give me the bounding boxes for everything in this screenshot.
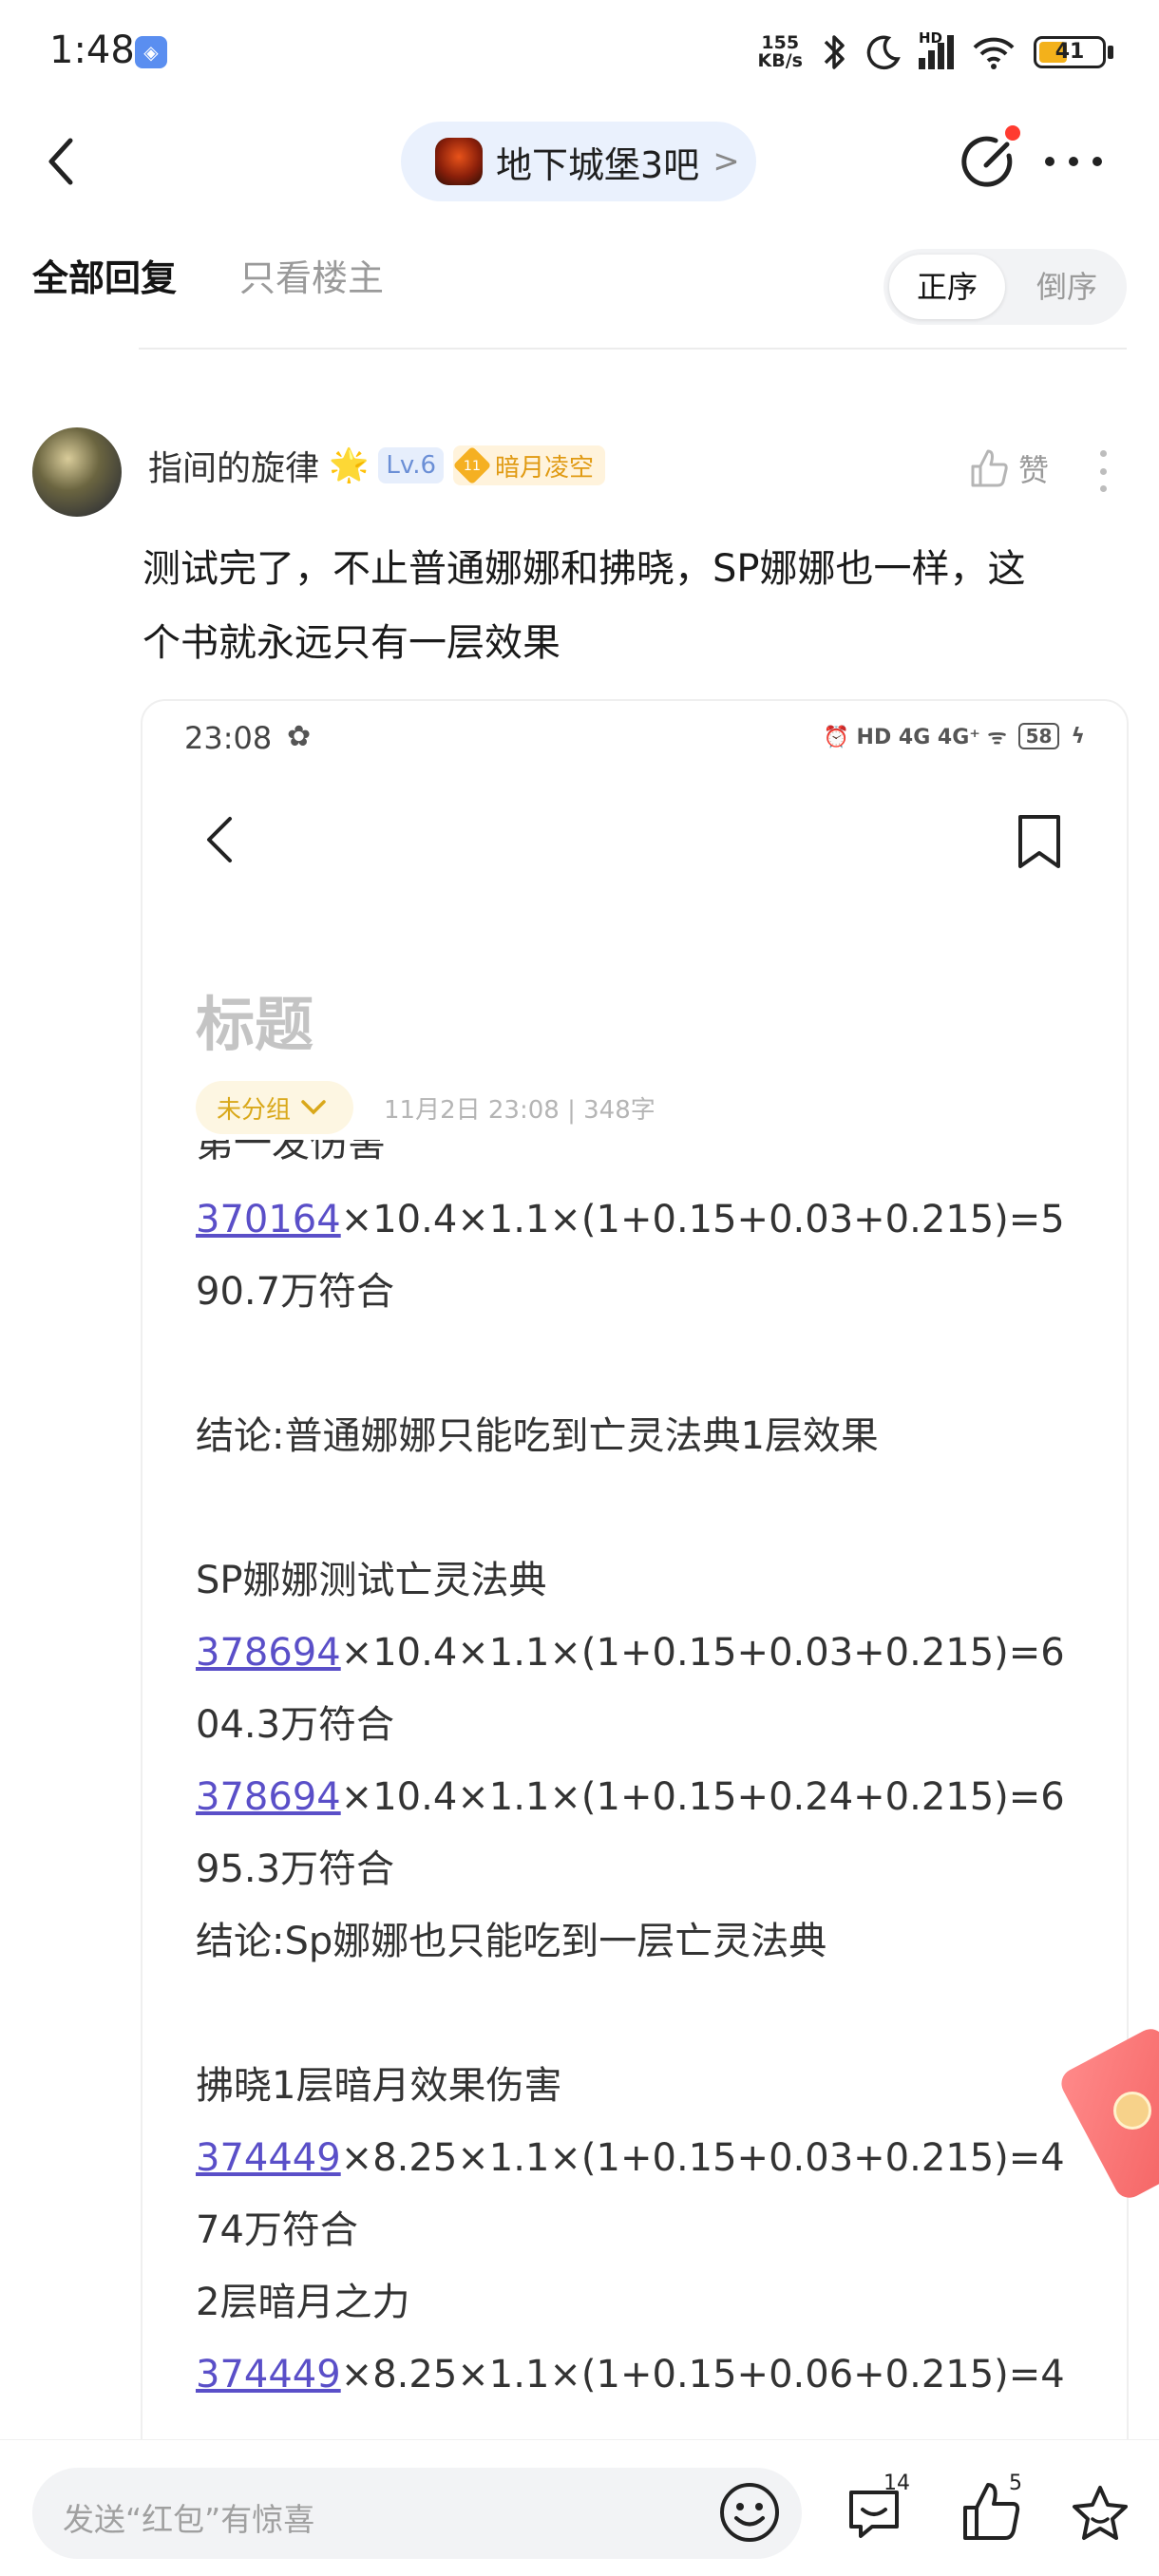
tab-all-replies[interactable]: 全部回复 [32,249,177,301]
battery-level: 41 [1054,40,1085,64]
image-group-label: 未分组 [217,1095,292,1125]
note-text: 95.3万符合 [196,1847,395,1891]
note-text: ×8.25×1.1×(1+0.15+0.06+0.215)=4 [340,2353,1065,2396]
status-time: 1:48 [49,28,135,72]
cell-signal-icon: HD [919,29,954,69]
note-line: SP娜娜测试亡灵法典 [196,1544,1108,1617]
note-line: 370164×10.4×1.1×(1+0.15+0.03+0.215)=5 [196,1184,1108,1256]
divider [139,348,1127,350]
note-line: 374449×8.25×1.1×(1+0.15+0.03+0.215)=4 [196,2122,1108,2194]
image-note-body: 第一发伤害 370164×10.4×1.1×(1+0.15+0.03+0.215… [196,1140,1108,2411]
charging-icon: ϟ [1071,724,1085,748]
note-text: 90.7万符合 [196,1270,395,1314]
comment-count: 14 [884,2472,910,2495]
note-line [196,1328,1108,1400]
note-text: SP娜娜测试亡灵法典 [196,1559,547,1602]
note-line: 95.3万符合 [196,1833,1108,1905]
emoji-button[interactable] [718,2481,781,2544]
attached-image[interactable]: 23:08 ✿ ⏰ HD 4G 4G⁺ ᯤ 58 ϟ 标题 未分组 11月2日 … [141,699,1129,2576]
forum-name: 地下城堡3吧 [496,143,700,186]
bluetooth-icon [824,35,845,69]
forum-pill[interactable]: 地下城堡3吧 > [401,122,756,201]
image-note-title: 标题 [196,990,314,1059]
wifi-icon [973,37,1015,69]
status-icons: 155 KB/s HD 41 [758,28,1113,76]
note-line: 374449×8.25×1.1×(1+0.15+0.06+0.215)=4 [196,2339,1108,2411]
note-line: 结论:普通娜娜只能吃到亡灵法典1层效果 [196,1400,1108,1472]
note-line: 拂晓1层暗月效果伤害 [196,2050,1108,2122]
note-text: ×10.4×1.1×(1+0.15+0.24+0.215)=6 [340,1775,1065,1819]
wechat-icon: ✿ [287,720,312,753]
note-text: 结论:普通娜娜只能吃到亡灵法典1层效果 [196,1414,879,1458]
like-button[interactable]: 赞 [969,446,1049,490]
medal-name: 暗月凌空 [495,453,595,483]
note-link[interactable]: 374449 [196,2136,341,2180]
username[interactable]: 指间的旋律 [148,441,319,490]
post-content: 测试完了，不止普通娜娜和拂晓，SP娜娜也一样，这 个书就永远只有一层效果 [142,532,1130,680]
tab-op-only[interactable]: 只看楼主 [239,249,384,301]
image-cut-line: 第一发伤害 [196,1140,386,1165]
post-more-button[interactable] [1100,450,1108,492]
note-text: ×8.25×1.1×(1+0.15+0.03+0.215)=4 [340,2136,1065,2180]
note-text: 2层暗月之力 [196,2281,410,2324]
note-line: 2层暗月之力 [196,2266,1108,2339]
network-speed: 155 KB/s [758,34,803,70]
image-note-meta: 11月2日 23:08 | 348字 [384,1096,656,1125]
image-bookmark-icon [1018,815,1060,868]
note-text: ×10.4×1.1×(1+0.15+0.03+0.215)=5 [340,1198,1065,1241]
note-line: 结论:Sp娜娜也只能吃到一层亡灵法典 [196,1905,1108,1978]
notification-dot [1005,125,1020,141]
post-text-line: 个书就永远只有一层效果 [142,621,560,665]
note-text: ×10.4×1.1×(1+0.15+0.03+0.215)=6 [340,1631,1065,1675]
note-link[interactable]: 378694 [196,1775,341,1819]
red-packet-seal [1113,2092,1151,2130]
image-status-icons: ⏰ HD 4G 4G⁺ ᯤ 58 ϟ [823,722,1085,750]
note-line: 90.7万符合 [196,1256,1108,1328]
note-link[interactable]: 378694 [196,1631,341,1675]
note-line: 04.3万符合 [196,1689,1108,1761]
note-text: 拂晓1层暗月效果伤害 [196,2064,562,2108]
level-badge: Lv.6 [378,447,445,483]
post-text-line: 测试完了，不止普通娜娜和拂晓，SP娜娜也一样，这 [142,547,1026,591]
like-label: 赞 [1018,452,1050,488]
image-status-time: 23:08 [184,720,273,756]
edit-post-button[interactable] [958,131,1018,192]
order-asc-button[interactable]: 正序 [889,255,1005,319]
note-line: 378694×10.4×1.1×(1+0.15+0.03+0.215)=6 [196,1617,1108,1689]
favorite-star-button[interactable] [1070,2483,1130,2544]
moon-icon [866,35,901,70]
note-line [196,1472,1108,1544]
star-emoji: 🌟 [329,446,370,484]
like-count: 5 [1009,2472,1022,2495]
chevron-down-icon [301,1100,326,1115]
order-desc-button[interactable]: 倒序 [1011,255,1123,319]
note-line [196,1978,1108,2050]
chevron-right-icon: > [712,142,740,180]
note-text: 74万符合 [196,2208,358,2252]
battery-icon: 41 [1034,36,1113,68]
image-battery: 58 [1017,723,1060,749]
hd-label: HD [919,29,943,47]
medal-badge: 11 暗月凌空 [452,445,606,485]
note-link[interactable]: 370164 [196,1198,341,1241]
image-status-icon-row: ⏰ HD 4G 4G⁺ ᯤ [823,726,1007,749]
reply-placeholder: 发送“红包”有惊喜 [63,2501,315,2538]
network-speed-unit: KB/s [757,50,803,71]
image-back-icon [207,817,232,862]
thumbs-up-icon [971,449,1008,487]
note-line: 74万符合 [196,2194,1108,2266]
medal-level: 11 [463,457,482,474]
note-line: 378694×10.4×1.1×(1+0.15+0.24+0.215)=6 [196,1761,1108,1833]
image-group-chip: 未分组 [196,1081,353,1134]
more-options-button[interactable] [1045,142,1102,180]
forum-avatar [435,138,483,185]
note-text: 04.3万符合 [196,1703,395,1747]
avatar[interactable] [32,427,122,517]
note-text: 结论:Sp娜娜也只能吃到一层亡灵法典 [196,1920,827,1963]
shield-icon: ◈ [135,36,167,68]
back-button[interactable] [38,133,86,190]
note-link[interactable]: 374449 [196,2353,341,2396]
user-info: 指间的旋律 🌟 Lv.6 11 暗月凌空 [148,441,606,490]
